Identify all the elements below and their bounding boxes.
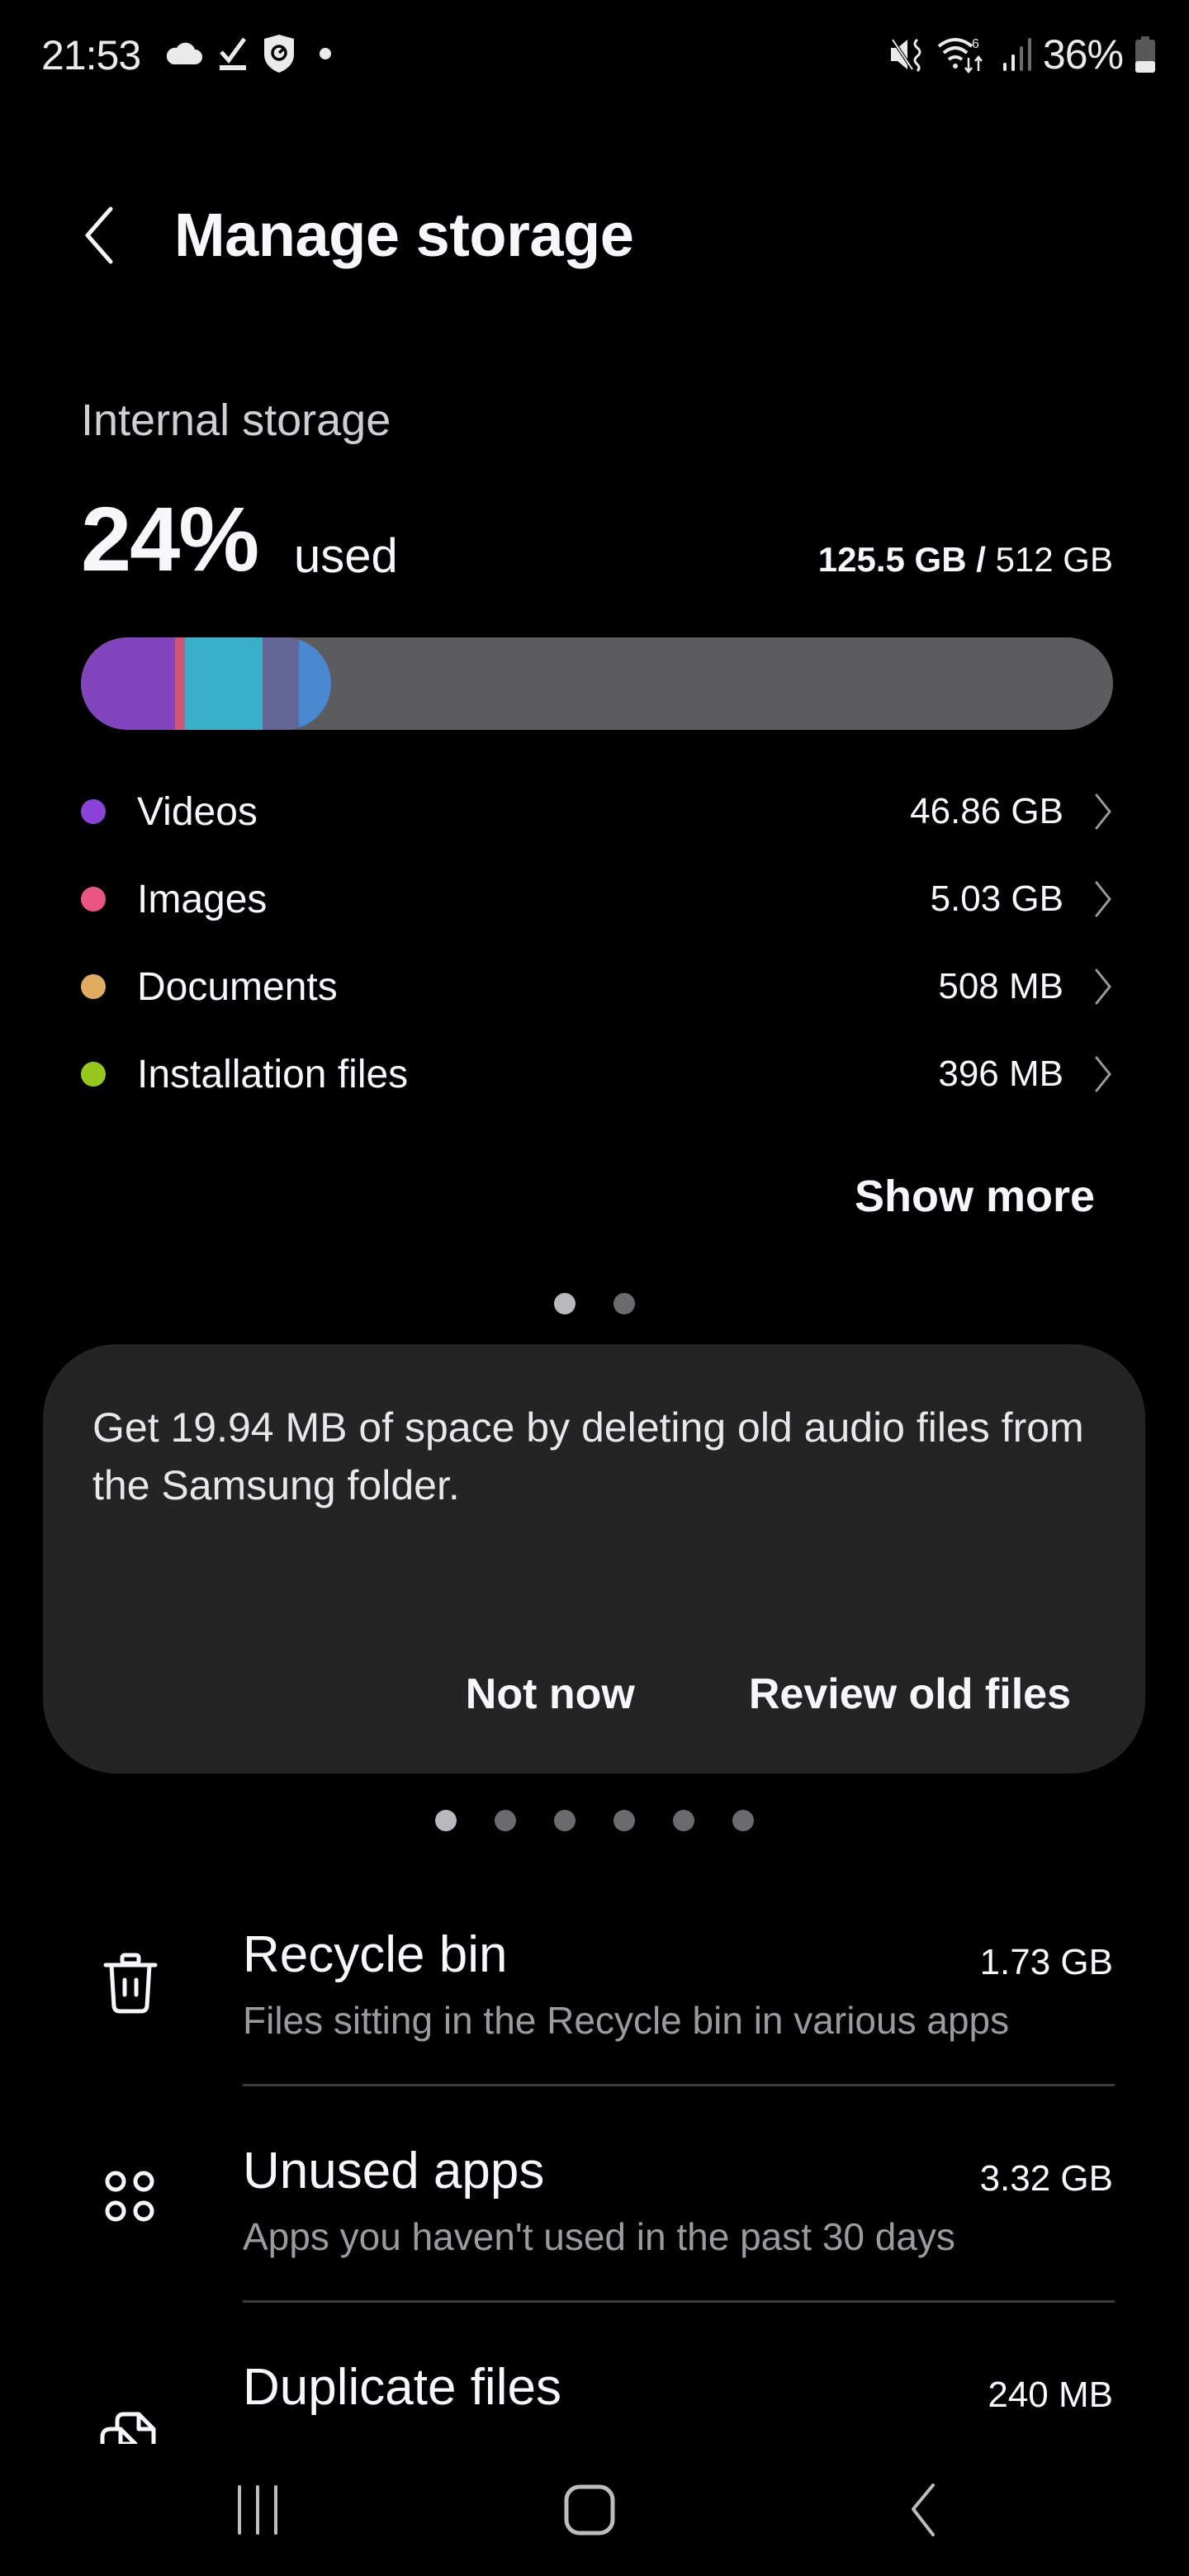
not-now-button[interactable]: Not now: [466, 1669, 635, 1719]
bar-segment-videos: [81, 637, 175, 730]
used-amount-text: 125.5 GB / 512 GB: [818, 540, 1113, 580]
signal-icon: [1002, 38, 1031, 71]
bar-segment-images: [174, 637, 186, 730]
item-subtitle: Apps you haven't used in the past 30 day…: [243, 2215, 955, 2258]
list-item-unused-apps[interactable]: Unused apps 3.32 GB Apps you haven't use…: [0, 2124, 1189, 2340]
app-header: Manage storage: [0, 190, 1189, 281]
suggestion-actions: Not now Review old files: [466, 1669, 1071, 1719]
review-old-files-button[interactable]: Review old files: [749, 1669, 1071, 1719]
status-left-icons: [163, 33, 335, 74]
item-subtitle: Files sitting in the Recycle bin in vari…: [243, 1999, 1010, 2042]
category-size: 46.86 GB: [910, 791, 1063, 831]
bar-segment-other-2: [263, 637, 299, 730]
battery-icon: [1135, 36, 1155, 73]
used-percent: 24%: [81, 489, 259, 590]
item-title: Recycle bin: [243, 1926, 508, 1983]
category-name: Installation files: [137, 1052, 409, 1096]
trash-icon: [103, 1953, 158, 2014]
card-pager-indicator: [0, 1810, 1189, 1831]
category-item-images[interactable]: Images 5.03 GB: [81, 855, 1113, 943]
list-item-recycle-bin[interactable]: Recycle bin 1.73 GB Files sitting in the…: [0, 1907, 1189, 2124]
status-time: 21:53: [41, 32, 141, 78]
item-title: Unused apps: [243, 2143, 545, 2200]
divider: [243, 2300, 1115, 2303]
category-item-documents[interactable]: Documents 508 MB: [81, 943, 1113, 1030]
suggestion-text: Get 19.94 MB of space by deleting old au…: [92, 1404, 1084, 1508]
status-bar: 21:53 6 36%: [0, 0, 1189, 107]
bar-segment-other-1: [185, 637, 263, 730]
cloud-icon: [166, 42, 202, 64]
category-name: Documents: [137, 964, 338, 1009]
recents-button[interactable]: [192, 2460, 324, 2559]
back-icon: [912, 2484, 935, 2536]
category-size: 508 MB: [938, 966, 1063, 1006]
pager-dot[interactable]: [732, 1810, 754, 1831]
item-size: 1.73 GB: [979, 1942, 1113, 1982]
status-right-icons: 6 36%: [889, 31, 1156, 78]
wifi-6-icon: 6: [937, 37, 983, 74]
suggestion-card: Get 19.94 MB of space by deleting old au…: [43, 1344, 1145, 1773]
divider: [243, 2084, 1115, 2086]
pager-dot[interactable]: [613, 1810, 635, 1831]
pager-dot[interactable]: [435, 1810, 457, 1831]
category-color-dot: [81, 799, 106, 824]
pager-dot[interactable]: [613, 1293, 635, 1314]
storage-usage-summary: 24% used 125.5 GB / 512 GB: [81, 487, 1113, 590]
page-title: Manage storage: [174, 201, 634, 269]
back-button[interactable]: [66, 198, 132, 272]
chevron-right-icon: [1095, 1056, 1111, 1092]
amount-separator: /: [966, 540, 996, 579]
used-word: used: [294, 529, 398, 583]
notification-dot-icon: [320, 48, 331, 59]
recents-icon: [238, 2485, 277, 2535]
home-icon: [564, 2484, 615, 2536]
category-color-dot: [81, 974, 106, 999]
storage-label: Internal storage: [81, 395, 391, 445]
category-color-dot: [81, 1062, 106, 1087]
vibrate-mute-icon: [890, 38, 921, 73]
svg-text:6: 6: [972, 37, 979, 51]
chevron-right-icon: [1095, 968, 1111, 1005]
pager-dot[interactable]: [673, 1810, 694, 1831]
category-size: 396 MB: [938, 1054, 1063, 1094]
summary-pager-indicator: [0, 1293, 1189, 1314]
storage-usage-fill: [81, 637, 331, 730]
unused-apps-icon: [105, 2171, 154, 2222]
pager-dot[interactable]: [554, 1293, 576, 1314]
download-done-icon: [220, 37, 247, 70]
category-item-installation-files[interactable]: Installation files 396 MB: [81, 1030, 1113, 1118]
system-nav-bar: [0, 2444, 1189, 2576]
item-title: Duplicate files: [243, 2359, 561, 2416]
nav-back-button[interactable]: [857, 2460, 989, 2559]
total-amount: 512 GB: [995, 540, 1113, 579]
chevron-left-icon: [85, 206, 113, 264]
category-color-dot: [81, 887, 106, 912]
used-amount: 125.5 GB: [817, 540, 967, 579]
category-name: Videos: [137, 789, 258, 834]
category-list: Videos 46.86 GB Images 5.03 GB Documents 508 …: [81, 768, 1113, 1118]
bar-segment-other-3: [298, 637, 331, 730]
item-size: 3.32 GB: [979, 2158, 1113, 2199]
pager-dot[interactable]: [554, 1810, 576, 1831]
storage-usage-bar: [81, 637, 1113, 730]
home-button[interactable]: [523, 2460, 656, 2559]
chevron-right-icon: [1095, 793, 1111, 830]
pager-dot[interactable]: [495, 1810, 516, 1831]
item-size: 240 MB: [988, 2375, 1113, 2415]
battery-percent: 36%: [1042, 31, 1124, 78]
category-item-videos[interactable]: Videos 46.86 GB: [81, 768, 1113, 855]
show-more-button[interactable]: Show more: [855, 1171, 1095, 1222]
category-name: Images: [137, 877, 268, 921]
chevron-right-icon: [1095, 881, 1111, 917]
category-size: 5.03 GB: [930, 878, 1063, 919]
shield-icon: [264, 35, 294, 73]
